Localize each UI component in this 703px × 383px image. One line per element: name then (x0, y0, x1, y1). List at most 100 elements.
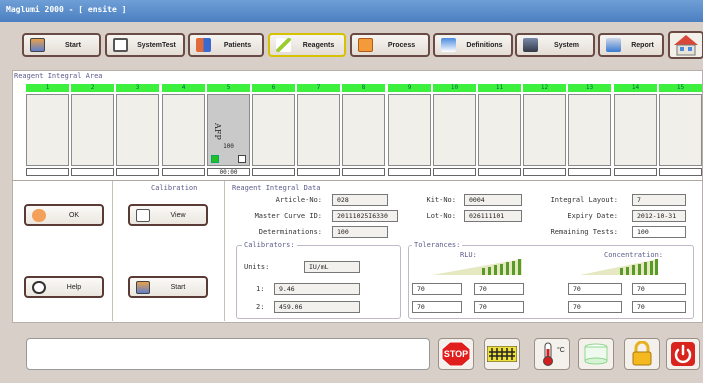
slot-time-box-7 (297, 168, 340, 176)
system-button-label: System (554, 41, 579, 49)
system-button[interactable]: System (515, 33, 595, 57)
slot-time-box-5: 00:00 (207, 168, 250, 176)
article-no-value: 028 (332, 194, 388, 206)
reagent-slot-6[interactable] (252, 94, 295, 166)
reagent-slot-11[interactable] (478, 94, 521, 166)
slot-time-box-13 (568, 168, 611, 176)
lot-no-value: 026111101 (464, 210, 522, 222)
thermometer-icon: °C (543, 342, 565, 366)
rlu-low-1[interactable]: 70 (412, 283, 462, 295)
report-icon (606, 38, 621, 52)
reagent-slot-14[interactable] (614, 94, 657, 166)
reagent-slot-3[interactable] (116, 94, 159, 166)
reagent-slot-13[interactable] (568, 94, 611, 166)
left-divider (112, 181, 113, 321)
article-no-label: Article-No: (275, 196, 322, 204)
conc-high-2[interactable]: 70 (632, 301, 686, 313)
slot-time-box-12 (523, 168, 566, 176)
reagent-slot-8[interactable] (342, 94, 385, 166)
start-button[interactable]: Start (22, 33, 101, 57)
reagent-slot-4[interactable] (162, 94, 205, 166)
report-button[interactable]: Report (598, 33, 664, 57)
process-button[interactable]: Process (350, 33, 430, 57)
remaining-tests-value: 100 (632, 226, 686, 238)
calibration-view-button[interactable]: View (128, 204, 208, 226)
reagent-area-title: Reagent Integral Area (14, 72, 103, 80)
conc-high-1[interactable]: 70 (632, 283, 686, 295)
home-button[interactable] (668, 31, 703, 59)
section-divider (12, 180, 703, 181)
tolerances-title: Tolerances: (412, 241, 463, 249)
slot-number-15: 15 (659, 84, 702, 92)
definitions-icon (441, 38, 456, 52)
conc-low-1[interactable]: 70 (568, 283, 622, 295)
reagent-slot-7[interactable] (297, 94, 340, 166)
system-test-icon (113, 38, 128, 52)
main-toolbar: Start SystemTest Patients Reagents Proce… (22, 29, 703, 61)
help-button[interactable]: Help (24, 276, 104, 298)
definitions-button[interactable]: Definitions (433, 33, 513, 57)
patients-icon (196, 38, 211, 52)
lock-button[interactable] (624, 338, 660, 370)
reagent-name: AFP (213, 123, 222, 140)
power-icon (671, 342, 695, 366)
message-box (26, 338, 430, 370)
integral-layout-value: 7 (632, 194, 686, 206)
patients-button[interactable]: Patients (188, 33, 264, 57)
ok-button[interactable]: OK (24, 204, 104, 226)
temperature-button[interactable]: °C (534, 338, 570, 370)
slot-number-12: 12 (523, 84, 566, 92)
reagent-slot-15[interactable] (659, 94, 702, 166)
kit-no-label: Kit-No: (426, 196, 456, 204)
reagent-slot-2[interactable] (71, 94, 114, 166)
master-curve-label: Master Curve ID: (254, 212, 322, 220)
slot-time-box-6 (252, 168, 295, 176)
conc-low-2[interactable]: 70 (568, 301, 622, 313)
stop-icon: STOP (441, 341, 471, 367)
slot-number-1: 1 (26, 84, 69, 92)
start-button-label: Start (170, 283, 186, 291)
monitor-icon (584, 343, 608, 365)
reagent-slot-12[interactable] (523, 94, 566, 166)
ok-button-label: OK (68, 211, 80, 219)
slot-number-4: 4 (162, 84, 205, 92)
rlu-high-1[interactable]: 70 (474, 283, 524, 295)
slot-number-7: 7 (297, 84, 340, 92)
slot-checkbox[interactable] (238, 155, 246, 163)
slot-time-box-15 (659, 168, 702, 176)
lot-no-label: Lot-No: (426, 212, 456, 220)
slot-number-3: 3 (116, 84, 159, 92)
units-value: IU/mL (304, 261, 360, 273)
reagent-slot-5[interactable]: AFP 100 (207, 94, 250, 166)
reagents-button-label: Reagents (302, 41, 335, 49)
reagent-slot-9[interactable] (388, 94, 431, 166)
reagents-button[interactable]: Reagents (268, 33, 346, 57)
definitions-button-label: Definitions (466, 41, 503, 49)
reagent-slot-10[interactable] (433, 94, 476, 166)
system-test-button[interactable]: SystemTest (105, 33, 185, 57)
help-icon (32, 280, 46, 294)
calibrators-title: Calibrators: (242, 241, 297, 249)
slot-time-box-11 (478, 168, 521, 176)
rlu-low-2[interactable]: 70 (412, 301, 462, 313)
kit-no-value: 0004 (464, 194, 522, 206)
calibration-start-icon (136, 280, 150, 294)
stop-button[interactable]: STOP (438, 338, 474, 370)
slot-time-box-8 (342, 168, 385, 176)
rack-button[interactable] (484, 338, 520, 370)
power-button[interactable] (666, 338, 700, 370)
calibrator-1-value: 9.46 (274, 283, 360, 295)
ok-heart-icon (32, 208, 46, 222)
reagent-test-count: 100 (223, 143, 234, 150)
reagent-slot-1[interactable] (26, 94, 69, 166)
units-label: Units: (244, 263, 270, 271)
calibration-title: Calibration (151, 184, 198, 192)
slot-number-13: 13 (568, 84, 611, 92)
determinations-label: Determinations: (258, 228, 322, 236)
view-button-label: View (170, 211, 186, 219)
remaining-tests-label: Remaining Tests: (550, 228, 618, 236)
master-curve-value: 20111025I6330 (332, 210, 398, 222)
calibration-start-button[interactable]: Start (128, 276, 208, 298)
monitor-button[interactable] (578, 338, 614, 370)
rlu-high-2[interactable]: 70 (474, 301, 524, 313)
